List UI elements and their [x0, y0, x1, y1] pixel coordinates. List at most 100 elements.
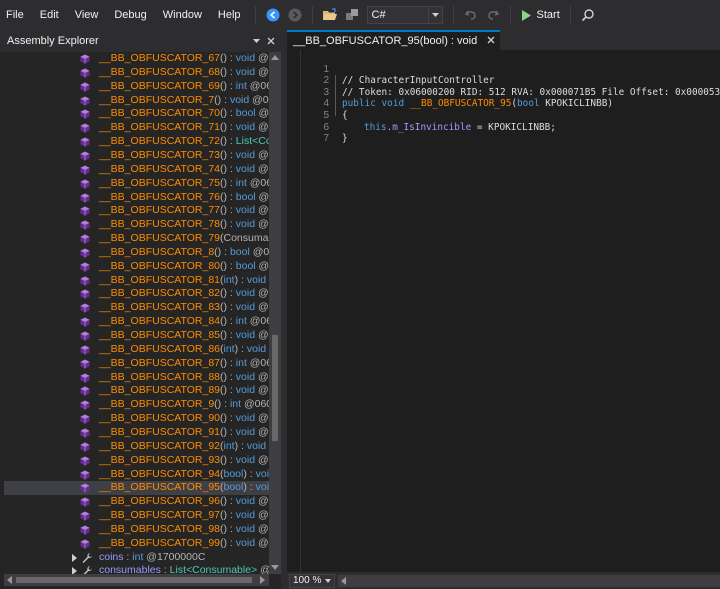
tree-vertical-scrollbar[interactable] [269, 52, 281, 574]
close-icon [267, 37, 275, 45]
panel-menu-button[interactable] [250, 35, 262, 47]
method-name: __BB_OBFUSCATOR_88 [99, 370, 220, 383]
tree-item-method[interactable]: __BB_OBFUSCATOR_76() : bool @0600 [4, 191, 269, 205]
method-icon [80, 539, 90, 549]
tree-item-label: __BB_OBFUSCATOR_73() : void @0600 [99, 149, 269, 163]
method-icon [80, 386, 90, 396]
tree-item-method[interactable]: __BB_OBFUSCATOR_89() : void @0600 [4, 384, 269, 398]
tree-item-method[interactable]: __BB_OBFUSCATOR_93() : void @0600 [4, 454, 269, 468]
menu-edit[interactable]: Edit [32, 0, 67, 30]
tree-item-method[interactable]: __BB_OBFUSCATOR_97() : void @0600 [4, 509, 269, 523]
assembly-tree[interactable]: __BB_OBFUSCATOR_67() : void @0600__BB_OB… [4, 52, 269, 574]
method-icon [80, 442, 90, 452]
tree-item-method[interactable]: __BB_OBFUSCATOR_98() : void @0600 [4, 523, 269, 537]
tree-item-method[interactable]: __BB_OBFUSCATOR_77() : void @0600 [4, 204, 269, 218]
start-button[interactable]: Start [517, 5, 564, 25]
tree-item-method[interactable]: __BB_OBFUSCATOR_69() : int @06000 [4, 80, 269, 94]
menu-window[interactable]: Window [155, 0, 210, 30]
tree-item-method[interactable]: __BB_OBFUSCATOR_82() : void @0600 [4, 287, 269, 301]
tree-item-method[interactable]: __BB_OBFUSCATOR_7() : void @06000 [4, 94, 269, 108]
tree-item-method[interactable]: __BB_OBFUSCATOR_81(int) : void @060 [4, 274, 269, 288]
tree-item-method[interactable]: __BB_OBFUSCATOR_8() : bool @0600 [4, 246, 269, 260]
method-name: __BB_OBFUSCATOR_84 [99, 315, 220, 328]
editor-horizontal-scrollbar[interactable] [338, 574, 720, 587]
scroll-right-icon[interactable] [260, 576, 265, 584]
zoom-select[interactable]: 100 % [289, 573, 336, 588]
tree-item-method[interactable]: __BB_OBFUSCATOR_71() : void @0600 [4, 121, 269, 135]
tree-item-field[interactable]: coins : int @1700000C [4, 551, 269, 565]
tree-item-method[interactable]: __BB_OBFUSCATOR_67() : void @0600 [4, 52, 269, 66]
scroll-up-icon[interactable] [271, 55, 279, 60]
method-name: __BB_OBFUSCATOR_83 [99, 301, 220, 314]
tree-item-method[interactable]: __BB_OBFUSCATOR_73() : void @0600 [4, 149, 269, 163]
tree-item-method[interactable]: __BB_OBFUSCATOR_87() : int @06000 [4, 357, 269, 371]
scroll-thumb[interactable] [16, 577, 252, 583]
expand-arrow-icon[interactable] [72, 553, 77, 562]
scroll-left-icon[interactable] [341, 576, 347, 585]
language-select[interactable]: C# [366, 6, 443, 24]
menu-view[interactable]: View [67, 0, 107, 30]
method-signature: : void @06000 [221, 93, 269, 106]
tree-item-method[interactable]: __BB_OBFUSCATOR_9() : int @060002 [4, 398, 269, 412]
method-signature: : bool @0600 [227, 107, 269, 120]
tree-item-method[interactable]: __BB_OBFUSCATOR_85() : void @0600 [4, 329, 269, 343]
undo-button[interactable] [461, 5, 481, 25]
forward-button[interactable] [285, 5, 305, 25]
back-button[interactable] [263, 5, 283, 25]
scroll-left-icon[interactable] [7, 576, 12, 584]
search-button[interactable] [578, 5, 598, 25]
method-icon [80, 54, 90, 64]
document-tab[interactable]: __BB_OBFUSCATOR_95(bool) : void [287, 30, 501, 50]
method-icon [80, 276, 90, 286]
method-params: () [220, 162, 227, 175]
method-signature: : bool @0600 [227, 259, 269, 272]
tree-item-method[interactable]: __BB_OBFUSCATOR_83() : void @0600 [4, 301, 269, 315]
tree-item-method[interactable]: __BB_OBFUSCATOR_96() : void @0600 [4, 495, 269, 509]
code-line: 5 this.m_IsInvincible = KPOKICLINBB; [287, 98, 720, 133]
menu-help[interactable]: Help [210, 0, 249, 30]
tree-item-method[interactable]: __BB_OBFUSCATOR_80() : bool @0600 [4, 260, 269, 274]
method-params: () [220, 315, 227, 328]
tree-item-method[interactable]: __BB_OBFUSCATOR_99() : void @0600 [4, 537, 269, 551]
fold-guide [335, 75, 336, 116]
tree-item-method[interactable]: __BB_OBFUSCATOR_72() : List<Consum [4, 135, 269, 149]
tree-item-method[interactable]: __BB_OBFUSCATOR_86(int) : void @06 [4, 343, 269, 357]
menu-debug[interactable]: Debug [106, 0, 154, 30]
scroll-down-icon[interactable] [271, 565, 279, 570]
tree-item-label: __BB_OBFUSCATOR_9() : int @060002 [99, 398, 269, 412]
assembly-list-button[interactable] [342, 5, 362, 25]
tree-item-label: __BB_OBFUSCATOR_8() : bool @0600 [99, 246, 269, 260]
tree-item-method[interactable]: __BB_OBFUSCATOR_95(bool) : void @ [4, 481, 269, 496]
tree-item-method[interactable]: __BB_OBFUSCATOR_78() : void @0600 [4, 218, 269, 232]
tree-item-method[interactable]: __BB_OBFUSCATOR_90() : void @0600 [4, 412, 269, 426]
tree-item-field[interactable]: consumables : List<Consumable> @1 [4, 564, 269, 574]
redo-button[interactable] [483, 5, 503, 25]
method-signature: : void @0600 [227, 218, 269, 231]
method-name: __BB_OBFUSCATOR_71 [99, 121, 220, 134]
tree-item-method[interactable]: __BB_OBFUSCATOR_88() : void @0600 [4, 371, 269, 385]
method-icon [80, 193, 90, 203]
open-button[interactable] [320, 5, 340, 25]
tree-item-method[interactable]: __BB_OBFUSCATOR_94(bool) : void @ [4, 468, 269, 482]
method-icon [80, 483, 90, 493]
scroll-thumb[interactable] [272, 335, 278, 441]
code-editor[interactable]: 1 // CharacterInputController 2 // Token… [287, 50, 720, 572]
panel-close-button[interactable] [265, 35, 277, 47]
tree-item-method[interactable]: __BB_OBFUSCATOR_84() : int @06000 [4, 315, 269, 329]
method-name: __BB_OBFUSCATOR_72 [99, 135, 220, 148]
toolbar-separator [254, 6, 256, 24]
tree-item-method[interactable]: __BB_OBFUSCATOR_91() : void @0600 [4, 426, 269, 440]
tree-item-method[interactable]: __BB_OBFUSCATOR_74() : void @0600 [4, 163, 269, 177]
tree-item-method[interactable]: __BB_OBFUSCATOR_79(Consumable) [4, 232, 269, 246]
tree-item-method[interactable]: __BB_OBFUSCATOR_75() : int @06000 [4, 177, 269, 191]
menu-file[interactable]: File [0, 0, 32, 30]
tree-horizontal-scrollbar[interactable] [4, 574, 269, 586]
tree-item-method[interactable]: __BB_OBFUSCATOR_92(int) : void @06 [4, 440, 269, 454]
tree-item-method[interactable]: __BB_OBFUSCATOR_70() : bool @0600 [4, 107, 269, 121]
tree-item-label: __BB_OBFUSCATOR_81(int) : void @060 [99, 274, 269, 288]
tree-item-method[interactable]: __BB_OBFUSCATOR_68() : void @0600 [4, 66, 269, 80]
method-name: __BB_OBFUSCATOR_78 [99, 218, 220, 231]
close-icon[interactable] [487, 36, 495, 47]
method-signature: : void @0600 [227, 121, 269, 134]
tree-item-label: __BB_OBFUSCATOR_93() : void @0600 [99, 454, 269, 468]
